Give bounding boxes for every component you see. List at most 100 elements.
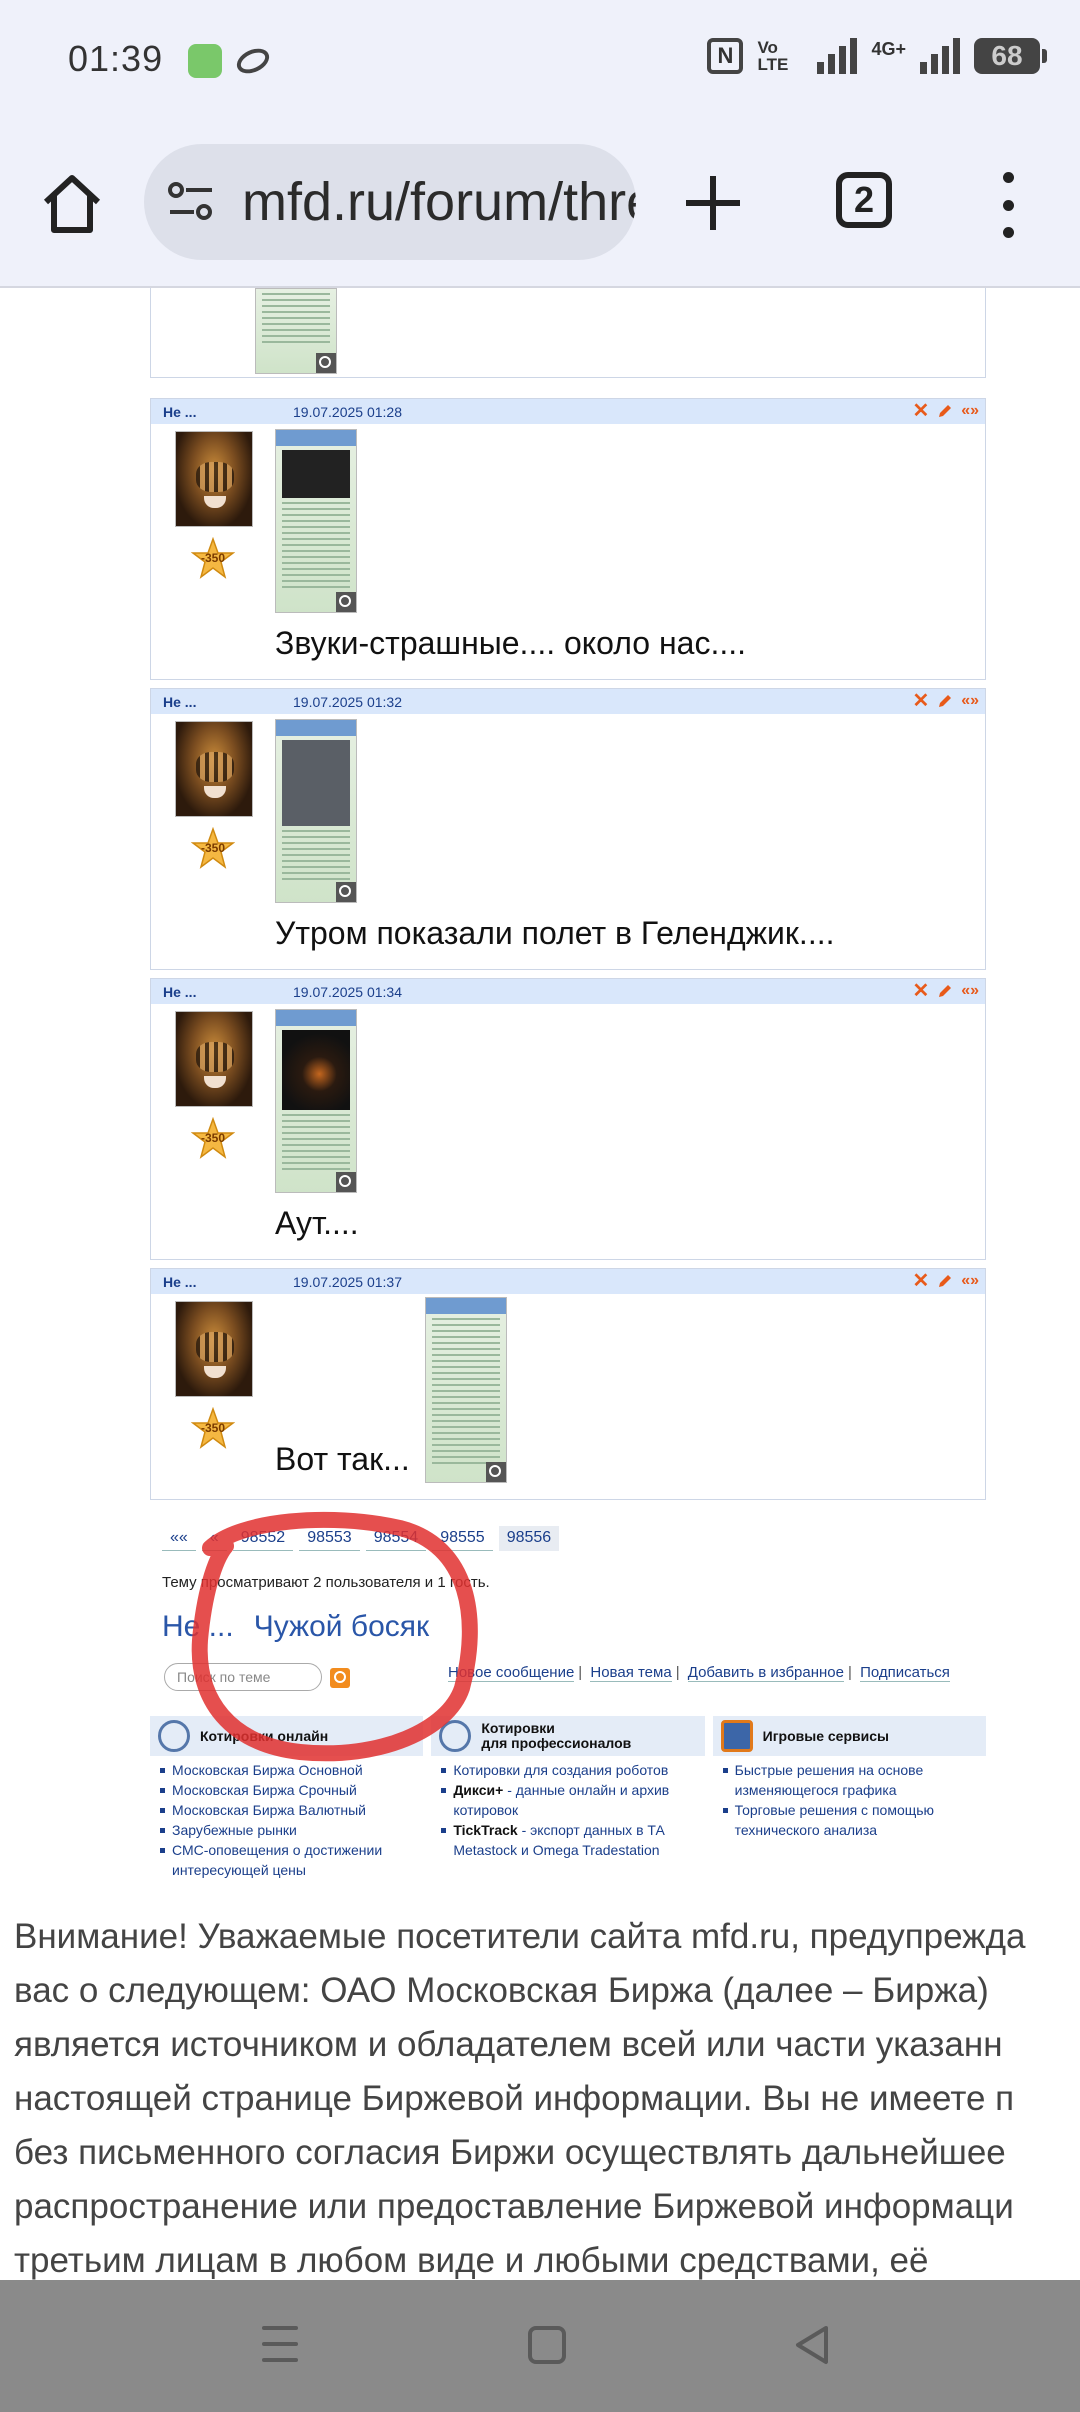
user-rating: -350: [200, 1421, 226, 1435]
zoom-icon[interactable]: [316, 353, 336, 373]
post-header: Не ... 19.07.2025 01:32 ✕ «»: [151, 689, 985, 714]
service-link[interactable]: Московская Биржа Основной: [160, 1760, 423, 1780]
home-icon[interactable]: [36, 168, 108, 240]
new-topic-link[interactable]: Новая тема: [590, 1664, 672, 1682]
prev-page-link[interactable]: «: [201, 1526, 227, 1551]
avatar[interactable]: [175, 721, 253, 817]
edit-icon[interactable]: [937, 983, 953, 999]
service-link[interactable]: TickTrack - экспорт данных в ТА Metastoc…: [441, 1820, 704, 1860]
viewer-users: Не ... Чужой босяк: [162, 1610, 429, 1644]
quote-icon[interactable]: «»: [961, 982, 979, 1000]
post-image-thumbnail[interactable]: [275, 1009, 357, 1193]
post-partial: [150, 288, 986, 378]
zoom-icon[interactable]: [336, 1172, 356, 1192]
gear-icon: [439, 1720, 472, 1752]
user-rating: -350: [200, 1131, 226, 1145]
service-header[interactable]: Игровые сервисы: [712, 1716, 986, 1756]
zoom-icon[interactable]: [336, 882, 356, 902]
avatar[interactable]: [175, 1011, 253, 1107]
post-image-thumbnail[interactable]: [255, 288, 337, 374]
add-favorite-link[interactable]: Добавить в избранное: [687, 1664, 844, 1682]
post-author[interactable]: Не ...: [163, 404, 196, 420]
recent-apps-icon[interactable]: [262, 2326, 298, 2362]
user-rating: -350: [200, 841, 226, 855]
topic-search-input[interactable]: Поиск по теме: [164, 1663, 322, 1691]
service-link[interactable]: Торговые решения с помощью технического …: [722, 1800, 986, 1840]
post-text: Вот так...: [275, 1441, 410, 1477]
post-header: Не ... 19.07.2025 01:37 ✕ «»: [151, 1269, 985, 1294]
edit-icon[interactable]: [937, 693, 953, 709]
home-nav-icon[interactable]: [528, 2326, 566, 2364]
service-header[interactable]: Котировки онлайн: [150, 1716, 424, 1756]
post-image-thumbnail[interactable]: [425, 1297, 507, 1483]
tab-switcher-button[interactable]: 2: [836, 172, 892, 228]
status-indicators: N Vo LTE 4G+ 68: [707, 38, 1047, 74]
trophy-icon: [720, 1720, 753, 1752]
post-actions: ✕ «»: [912, 691, 979, 711]
service-header[interactable]: Котировки для профессионалов: [431, 1716, 705, 1756]
viewer-user-link[interactable]: Чужой босяк: [254, 1610, 429, 1644]
post: Не ... 19.07.2025 01:32 ✕ «» -350 Утром …: [150, 688, 986, 970]
post-header: Не ... 19.07.2025 01:28 ✕ «»: [151, 399, 985, 424]
service-column: Котировки онлайн Московская Биржа Основн…: [150, 1716, 424, 1880]
post-actions: ✕ «»: [912, 401, 979, 421]
more-menu-icon[interactable]: [996, 172, 1020, 238]
quote-icon[interactable]: «»: [961, 692, 979, 710]
avatar[interactable]: [175, 1301, 253, 1397]
delete-icon[interactable]: ✕: [912, 981, 929, 1001]
page-link[interactable]: 98555: [432, 1526, 493, 1551]
delete-icon[interactable]: ✕: [912, 691, 929, 711]
search-icon[interactable]: [330, 1668, 350, 1688]
site-settings-icon[interactable]: [166, 180, 216, 224]
page-link[interactable]: 98553: [299, 1526, 360, 1551]
delete-icon[interactable]: ✕: [912, 1271, 929, 1291]
subscribe-link[interactable]: Подписаться: [860, 1664, 950, 1682]
new-message-link[interactable]: Новое сообщение: [448, 1664, 575, 1682]
service-link[interactable]: Быстрые решения на основе изменяющегося …: [722, 1760, 986, 1800]
post-date[interactable]: 19.07.2025 01:32: [293, 694, 402, 710]
page-link[interactable]: 98552: [232, 1526, 294, 1551]
post-author[interactable]: Не ...: [163, 1274, 196, 1290]
back-icon[interactable]: [792, 2324, 832, 2366]
service-link[interactable]: Московская Биржа Валютный: [160, 1800, 423, 1820]
service-link[interactable]: Дикси+ - данные онлайн и архив котировок: [441, 1780, 704, 1820]
nfc-icon: N: [707, 38, 744, 74]
quote-icon[interactable]: «»: [961, 402, 979, 420]
delete-icon[interactable]: ✕: [912, 401, 929, 421]
service-link[interactable]: СМС-оповещения о достижении интересующей…: [160, 1840, 423, 1880]
first-page-link[interactable]: ««: [162, 1526, 196, 1551]
rating-star-icon: -350: [190, 826, 236, 871]
address-bar[interactable]: mfd.ru/forum/thre: [144, 144, 636, 260]
post: Не ... 19.07.2025 01:34 ✕ «» -350 Аут...…: [150, 978, 986, 1260]
quote-icon[interactable]: «»: [961, 1272, 979, 1290]
viewer-user-link[interactable]: Не ...: [162, 1610, 234, 1644]
post-actions: ✕ «»: [912, 981, 979, 1001]
battery-icon: 68: [974, 38, 1047, 74]
avatar[interactable]: [175, 431, 253, 527]
service-link[interactable]: Московская Биржа Срочный: [160, 1780, 423, 1800]
browser-toolbar: mfd.ru/forum/thre 2: [0, 120, 1080, 288]
post-author[interactable]: Не ...: [163, 984, 196, 1000]
pagination: «« « 98552 98553 98554 98555 98556: [162, 1526, 565, 1551]
post-image-thumbnail[interactable]: [275, 719, 357, 903]
post-text: Аут....: [275, 1205, 359, 1241]
new-tab-icon[interactable]: [680, 170, 746, 236]
status-bar: 01:39 N Vo LTE 4G+ 68: [0, 0, 1080, 120]
post-author[interactable]: Не ...: [163, 694, 196, 710]
edit-icon[interactable]: [937, 403, 953, 419]
edit-icon[interactable]: [937, 1273, 953, 1289]
post-date[interactable]: 19.07.2025 01:28: [293, 404, 402, 420]
page-link[interactable]: 98554: [365, 1526, 427, 1551]
post-date[interactable]: 19.07.2025 01:37: [293, 1274, 402, 1290]
post: Не ... 19.07.2025 01:28 ✕ «» -350 Звуки-…: [150, 398, 986, 680]
service-link[interactable]: Котировки для создания роботов: [441, 1760, 704, 1780]
post-date[interactable]: 19.07.2025 01:34: [293, 984, 402, 1000]
rating-star-icon: -350: [190, 1406, 236, 1451]
service-column: Котировки для профессионалов Котировки дл…: [431, 1716, 705, 1880]
zoom-icon[interactable]: [486, 1462, 506, 1482]
zoom-icon[interactable]: [336, 592, 356, 612]
post-image-thumbnail[interactable]: [275, 429, 357, 613]
url-text: mfd.ru/forum/thre: [242, 172, 636, 232]
service-link[interactable]: Зарубежные рынки: [160, 1820, 423, 1840]
app-notification-icon-2: [232, 43, 274, 79]
